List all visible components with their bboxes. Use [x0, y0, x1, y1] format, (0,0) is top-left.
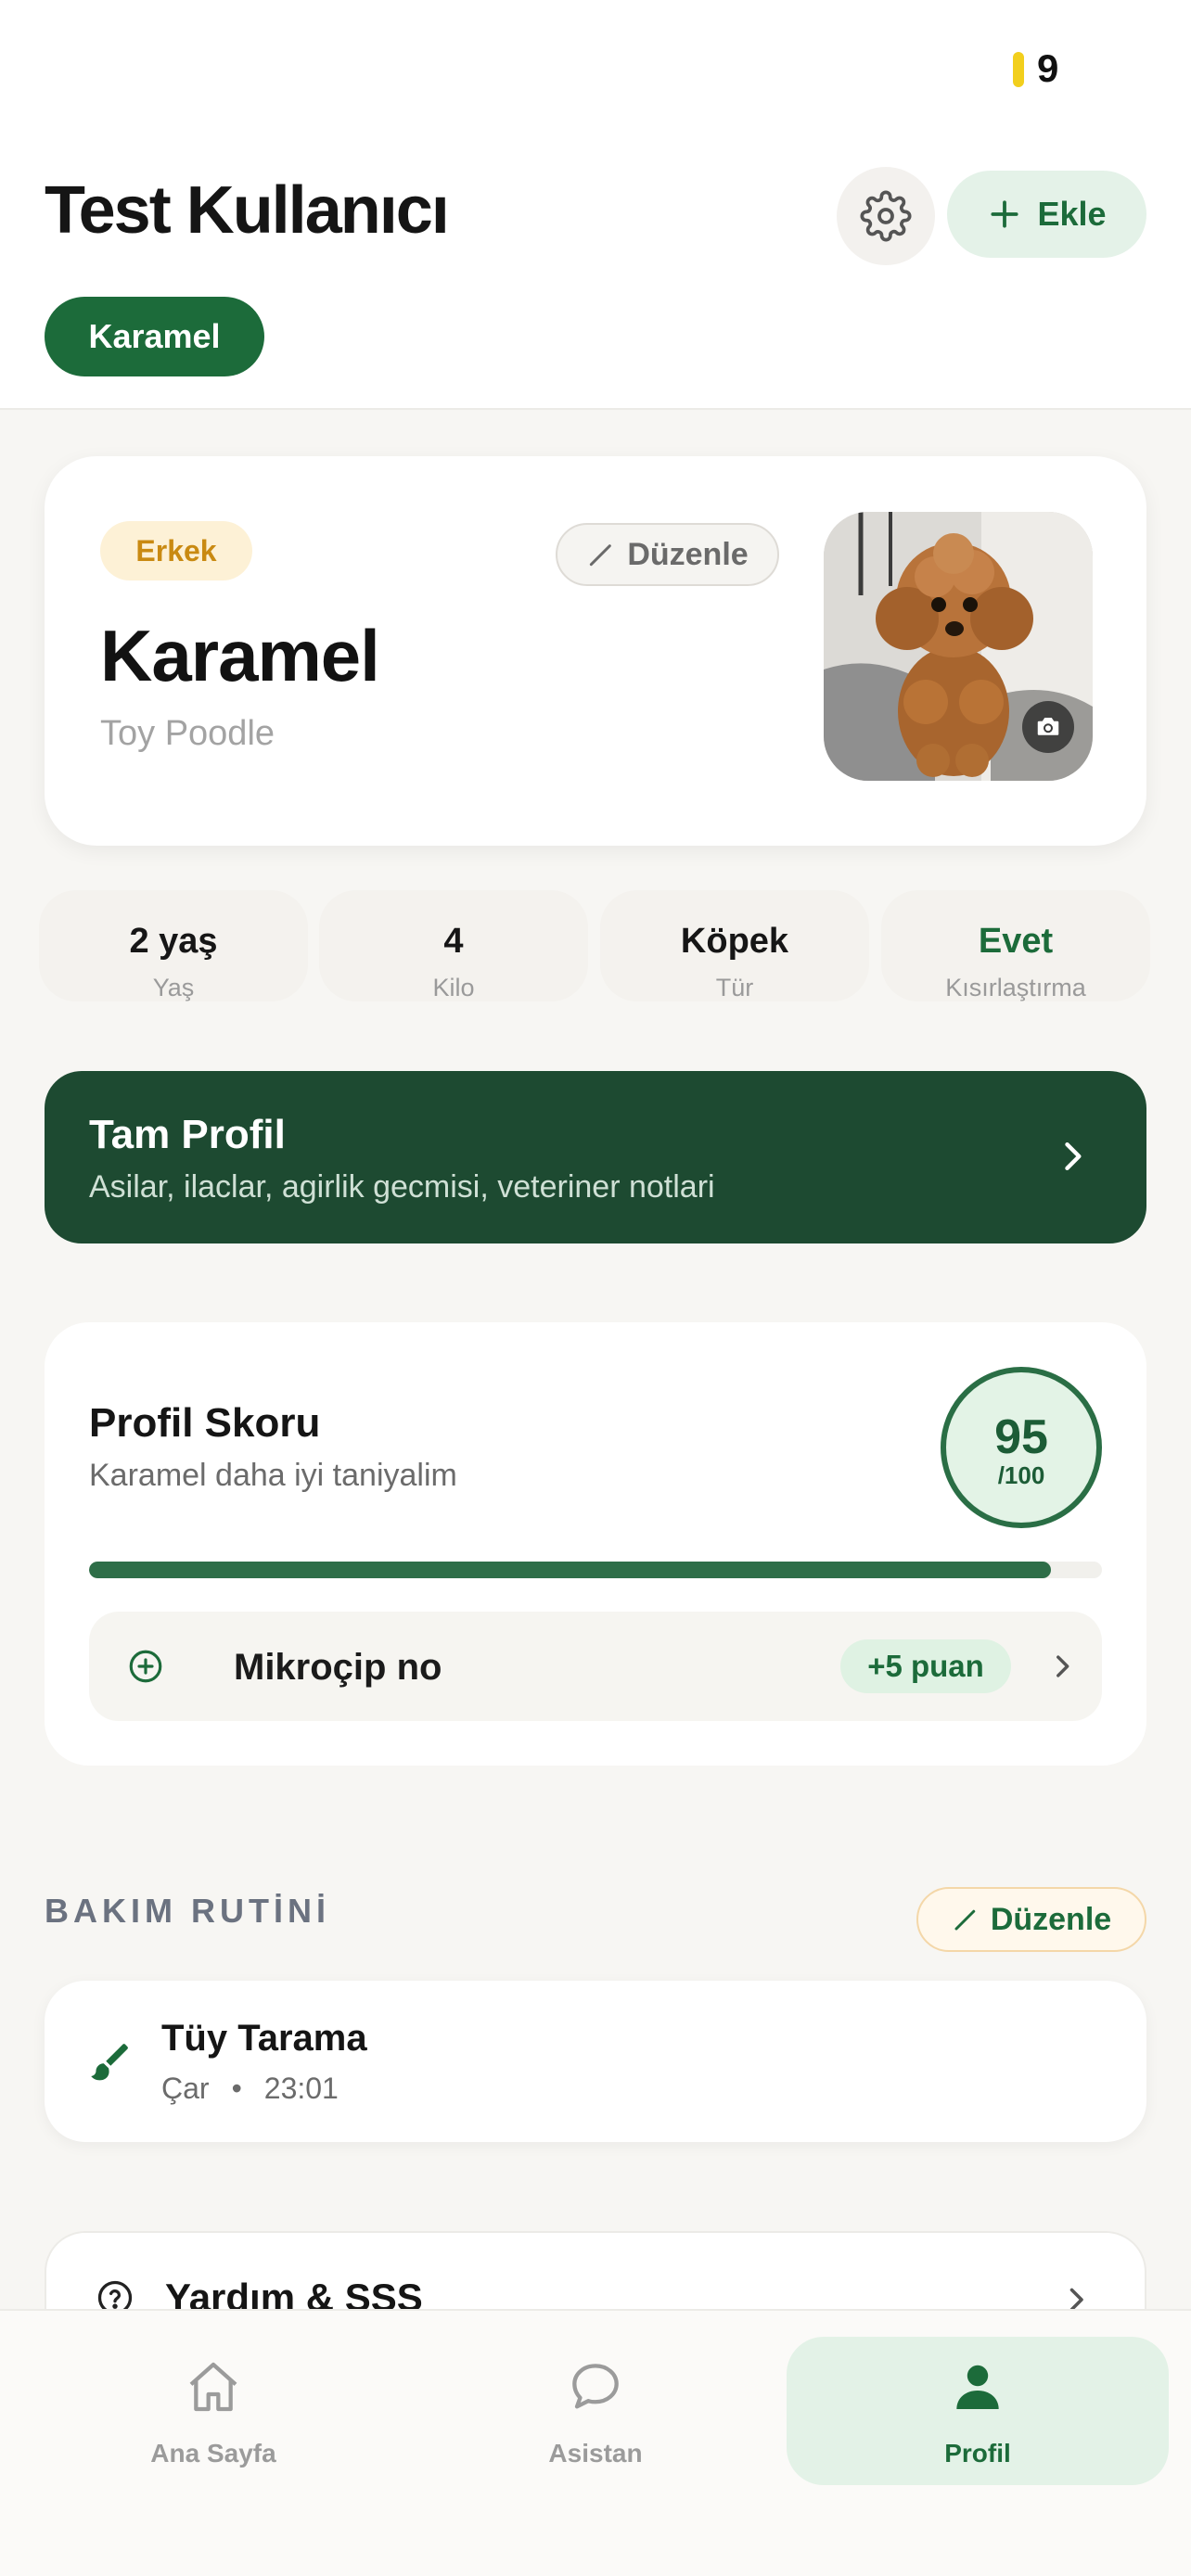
pencil-icon [590, 544, 612, 567]
battery-indicator [1013, 52, 1024, 87]
score-progress-bar [89, 1562, 1102, 1578]
stat-neutered-label: Kısırlaştırma [945, 974, 1086, 1001]
pet-breed: Toy Poodle [100, 714, 275, 753]
full-profile-subtitle: Asilar, ilaclar, agirlik gecmisi, veteri… [89, 1169, 715, 1205]
chevron-right-icon [1065, 1141, 1082, 1171]
stat-species-label: Tür [715, 974, 754, 1001]
missing-field-label: Mikroçip no [234, 1647, 442, 1688]
section-title-routine: BAKIM RUTİNİ [45, 1892, 330, 1930]
score-progress-fill [89, 1562, 1052, 1578]
stat-age: 2 yaş Yaş [39, 890, 308, 1001]
plus-icon [991, 200, 1019, 228]
brush-icon [91, 2044, 128, 2081]
routine-item[interactable]: Tüy Tarama Çar • 23:01 [45, 1981, 1146, 2142]
gear-icon [860, 190, 912, 242]
stat-species: Köpek Tür [600, 890, 869, 1001]
add-button-label: Ekle [1037, 195, 1107, 233]
stat-weight-value: 4 [443, 922, 464, 961]
stat-age-label: Yaş [152, 974, 195, 1001]
stat-weight: 4 Kilo [319, 890, 588, 1001]
score-max: /100 [997, 1461, 1045, 1489]
chat-icon [572, 2364, 619, 2409]
bottom-tab-bar: Ana Sayfa Asistan Profil [0, 2309, 1191, 2576]
change-photo-button[interactable] [1022, 701, 1074, 753]
header: 9 Test Kullanıcı Ekle Karamel [0, 0, 1191, 410]
stat-age-value: 2 yaş [129, 922, 218, 961]
pet-name: Karamel [100, 615, 380, 696]
tab-home[interactable]: Ana Sayfa [22, 2337, 404, 2485]
score-subtitle: Karamel daha iyi taniyalim [89, 1458, 457, 1493]
edit-pet-label: Düzenle [627, 536, 749, 572]
routine-day: Çar [161, 2072, 210, 2105]
page-title: Test Kullanıcı [45, 173, 450, 248]
score-title: Profil Skoru [89, 1400, 321, 1446]
pet-tab-karamel[interactable]: Karamel [45, 297, 264, 376]
score-ring: 95 /100 [941, 1367, 1102, 1528]
stat-neutered: Evet Kısırlaştırma [881, 890, 1150, 1001]
profile-score-card: Profil Skoru Karamel daha iyi taniyalim … [45, 1322, 1146, 1766]
add-pet-button[interactable]: Ekle [947, 171, 1146, 258]
person-icon [956, 2365, 999, 2409]
tab-assistant[interactable]: Asistan [404, 2337, 787, 2485]
settings-button[interactable] [837, 167, 935, 265]
home-icon [189, 2362, 237, 2412]
points-badge: +5 puan [840, 1639, 1011, 1693]
pet-card: Erkek Düzenle Karamel Toy Poodle [45, 456, 1146, 846]
tab-profile[interactable]: Profil [787, 2337, 1169, 2485]
missing-field-row[interactable]: Mikroçip no +5 puan [89, 1612, 1102, 1721]
routine-time: 23:01 [263, 2072, 339, 2105]
status-battery-value: 9 [1037, 46, 1059, 90]
routine-meta: Çar • 23:01 [161, 2072, 339, 2106]
routine-name: Tüy Tarama [161, 2018, 367, 2059]
camera-icon [1037, 718, 1059, 735]
edit-pet-button[interactable]: Düzenle [556, 523, 779, 586]
routine-edit-label: Düzenle [990, 1901, 1112, 1937]
full-profile-title: Tam Profil [89, 1112, 286, 1157]
stat-species-value: Köpek [680, 922, 789, 961]
tab-assistant-label: Asistan [548, 2439, 643, 2468]
stat-weight-label: Kilo [432, 974, 475, 1001]
gender-badge: Erkek [100, 521, 252, 580]
full-profile-button[interactable]: Tam Profil Asilar, ilaclar, agirlik gecm… [45, 1071, 1146, 1243]
routine-edit-button[interactable]: Düzenle [916, 1887, 1146, 1952]
separator-dot: • [231, 2072, 242, 2105]
tab-home-label: Ana Sayfa [150, 2439, 276, 2468]
pencil-icon [954, 1909, 976, 1931]
tab-profile-label: Profil [944, 2439, 1011, 2468]
chevron-right-icon [1057, 1655, 1069, 1677]
score-value: 95 [994, 1410, 1048, 1464]
stat-neutered-value: Evet [978, 922, 1054, 961]
plus-circle-icon [129, 1650, 162, 1683]
